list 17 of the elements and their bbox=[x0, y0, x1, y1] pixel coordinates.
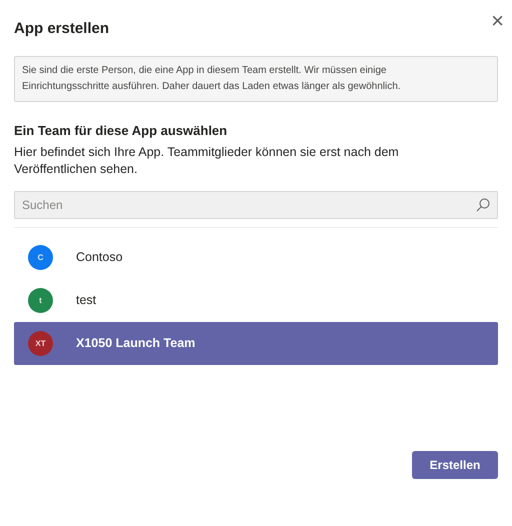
team-name: Contoso bbox=[76, 249, 123, 266]
section-description: Hier befindet sich Ihre App. Teammitglieder können sie erst nach dem Veröffentlichen sehen. bbox=[14, 144, 400, 178]
close-button[interactable]: × bbox=[491, 10, 504, 32]
search-icon bbox=[476, 198, 490, 212]
team-item[interactable]: t test bbox=[14, 279, 498, 322]
team-name: X1050 Launch Team bbox=[76, 335, 196, 352]
team-item[interactable]: XT X1050 Launch Team bbox=[14, 322, 498, 365]
dialog-title: App erstellen bbox=[14, 19, 110, 39]
search-field[interactable]: Suchen bbox=[14, 191, 498, 219]
create-button[interactable]: Erstellen bbox=[412, 451, 498, 479]
team-avatar: C bbox=[28, 245, 53, 270]
team-name: test bbox=[76, 292, 96, 310]
team-avatar: t bbox=[28, 288, 53, 313]
team-avatar: XT bbox=[28, 331, 53, 356]
section-heading: Ein Team für diese App auswählen bbox=[14, 122, 228, 140]
team-item[interactable]: C Contoso bbox=[14, 236, 498, 279]
info-notice: Sie sind die erste Person, die eine App in diesem Team erstellt. Wir müssen einige Einrichtungsschritte ausführen. Daher dauert das Laden etwas länger als gewöhnlich. bbox=[14, 56, 498, 102]
